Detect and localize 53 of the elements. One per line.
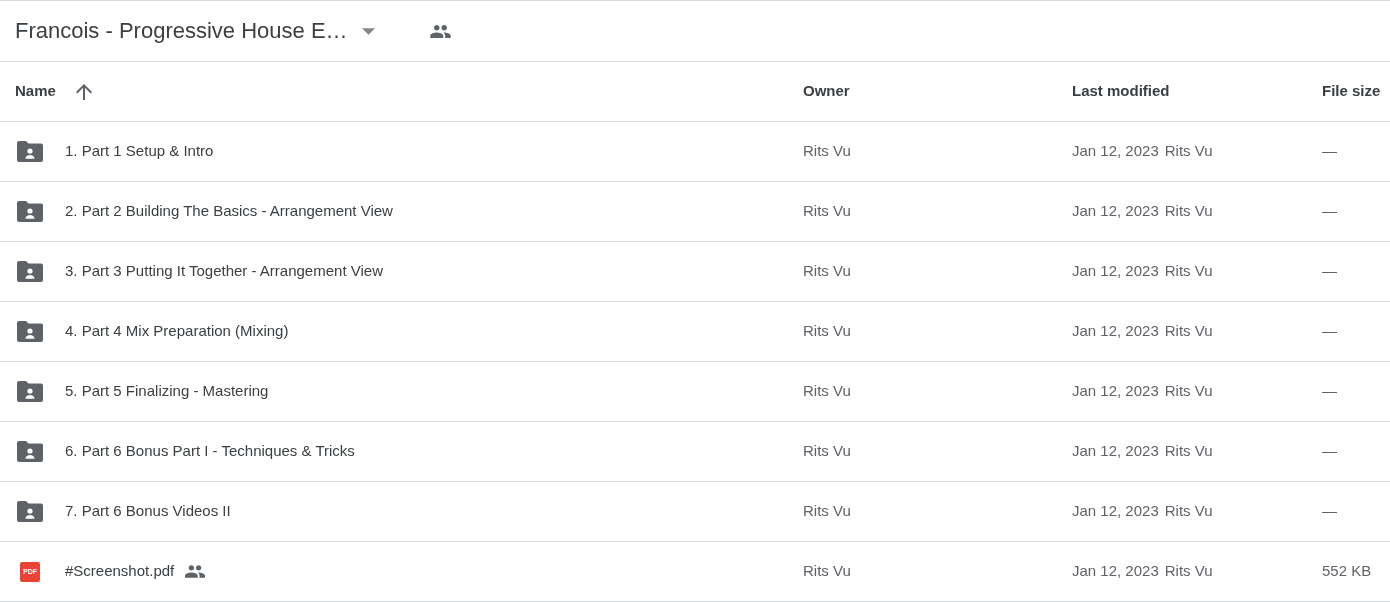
modified-by-name: Rits Vu [1164, 201, 1213, 222]
shared-folder-icon [17, 381, 43, 402]
file-size: — [1322, 501, 1337, 522]
file-size: — [1322, 201, 1337, 222]
modified-by-name: Rits Vu [1164, 561, 1213, 582]
file-size: — [1322, 441, 1337, 462]
modified-date: Jan 12, 2023 [1072, 141, 1159, 162]
modified-date: Jan 12, 2023 [1072, 381, 1159, 402]
modified-by-name: Rits Vu [1164, 261, 1213, 282]
file-name: 2. Part 2 Building The Basics - Arrangement View [65, 201, 393, 222]
shared-folder-icon [17, 261, 43, 282]
file-name: 5. Part 5 Finalizing - Mastering [65, 381, 269, 402]
modified-date: Jan 12, 2023 [1072, 321, 1159, 342]
modified-date: Jan 12, 2023 [1072, 561, 1159, 582]
modified-by-name: Rits Vu [1164, 321, 1213, 342]
modified-date: Jan 12, 2023 [1072, 441, 1159, 462]
shared-folder-icon [17, 501, 43, 522]
owner-name: Rits Vu [803, 381, 851, 402]
file-size: — [1322, 141, 1337, 162]
modified-date: Jan 12, 2023 [1072, 501, 1159, 522]
owner-name: Rits Vu [803, 321, 851, 342]
modified-by-name: Rits Vu [1164, 141, 1213, 162]
column-header[interactable]: Owner [803, 80, 850, 103]
file-size: — [1322, 261, 1337, 282]
owner-name: Rits Vu [803, 441, 851, 462]
modified-by-name: Rits Vu [1164, 501, 1213, 522]
modified-by-name: Rits Vu [1164, 441, 1213, 462]
modified-date: Jan 12, 2023 [1072, 261, 1159, 282]
file-size: — [1322, 321, 1337, 342]
owner-name: Rits Vu [803, 141, 851, 162]
file-size: — [1322, 381, 1337, 402]
shared-folder-icon [17, 441, 43, 462]
file-name: 4. Part 4 Mix Preparation (Mixing) [65, 321, 289, 342]
shared-folder-icon [17, 141, 43, 162]
column-header[interactable]: File size [1322, 80, 1381, 103]
file-name: 1. Part 1 Setup & Intro [65, 141, 214, 162]
shared-folder-icon [17, 201, 43, 222]
column-header[interactable]: Last modified [1072, 80, 1170, 103]
file-size: 552 KB [1322, 561, 1372, 582]
owner-name: Rits Vu [803, 201, 851, 222]
shared-folder-icon [17, 321, 43, 342]
owner-name: Rits Vu [803, 261, 851, 282]
file-name: 7. Part 6 Bonus Videos II [65, 501, 231, 522]
column-header[interactable]: Name [15, 80, 56, 103]
file-name: 6. Part 6 Bonus Part I - Techniques & Tricks [65, 441, 355, 462]
modified-date: Jan 12, 2023 [1072, 201, 1159, 222]
modified-by-name: Rits Vu [1164, 381, 1213, 402]
owner-name: Rits Vu [803, 501, 851, 522]
owner-name: Rits Vu [803, 561, 851, 582]
dropdown-caret-icon [361, 27, 375, 35]
file-name: #Screenshot.pdf [65, 561, 175, 582]
folder-title-button[interactable]: Francois - Progressive House E… [15, 17, 375, 45]
file-name: 3. Part 3 Putting It Together - Arrangement View [65, 261, 383, 282]
